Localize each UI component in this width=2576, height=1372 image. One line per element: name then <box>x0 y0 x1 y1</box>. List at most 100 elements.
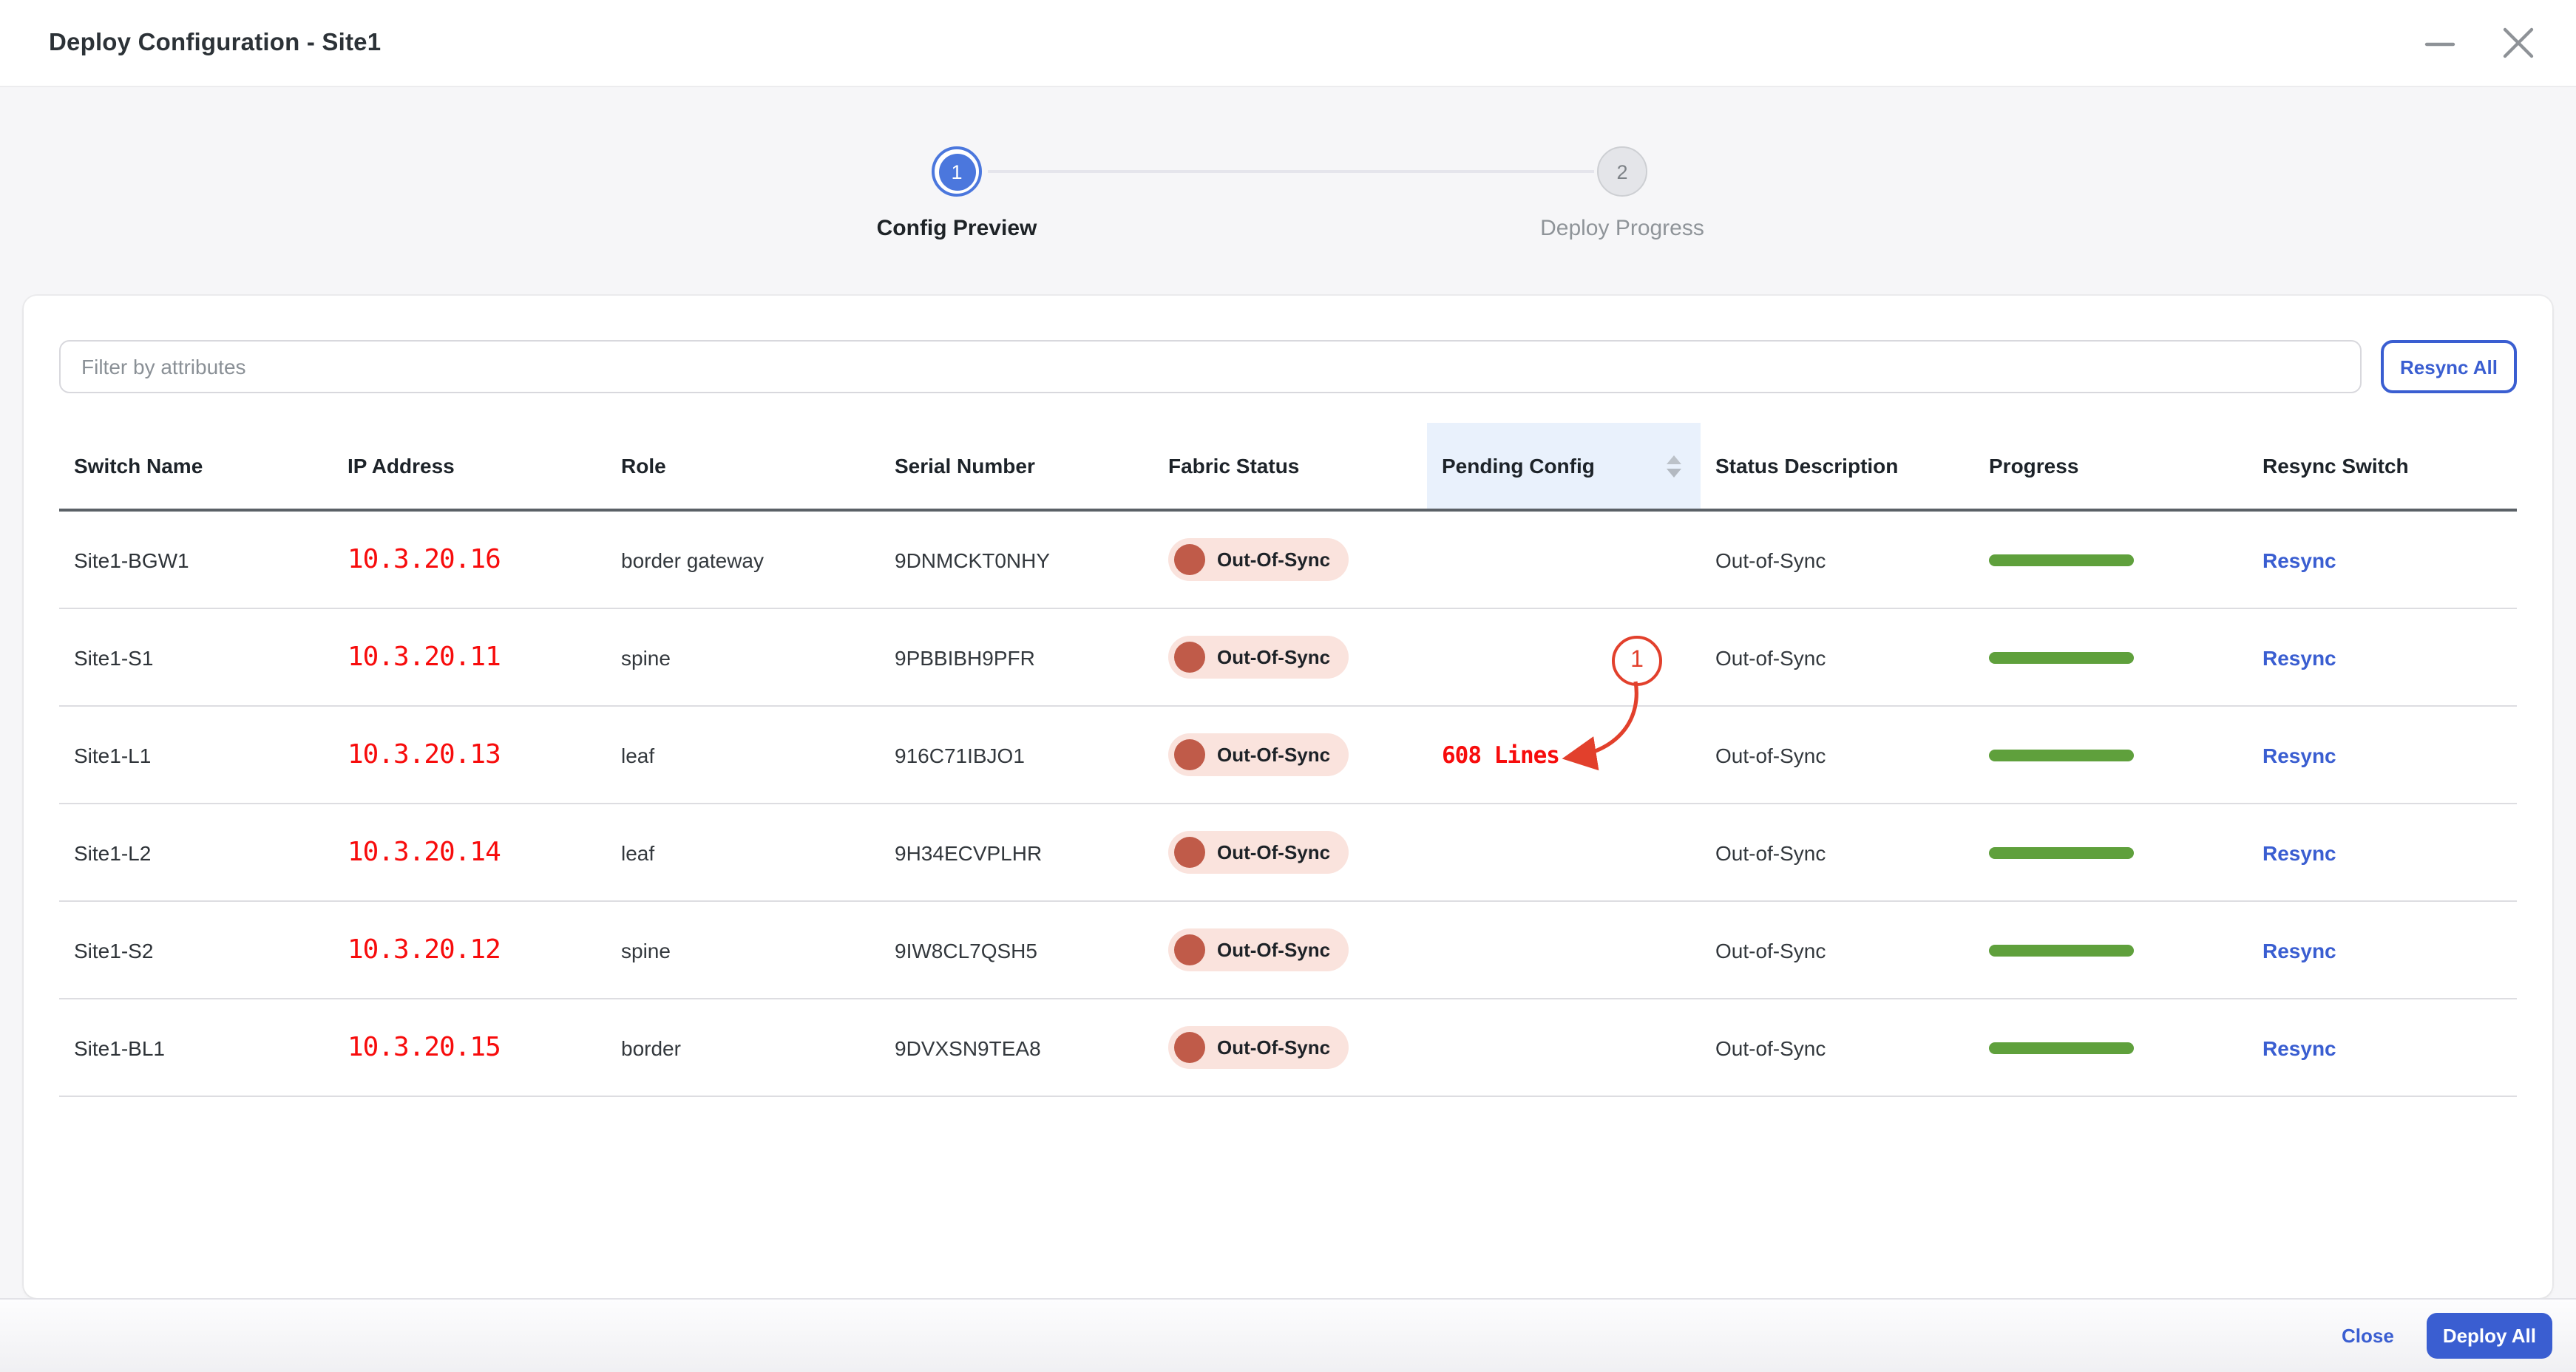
status-badge-label: Out-Of-Sync <box>1217 646 1331 668</box>
status-description-cell: Out-of-Sync <box>1715 645 1826 669</box>
deploy-all-button[interactable]: Deploy All <box>2426 1313 2552 1359</box>
col-header-resync-switch[interactable]: Resync Switch <box>2248 423 2517 509</box>
status-description-cell: Out-of-Sync <box>1715 743 1826 767</box>
minimize-icon[interactable] <box>2421 24 2459 62</box>
status-dot-icon <box>1174 544 1205 575</box>
resync-link[interactable]: Resync <box>2263 548 2336 571</box>
table-row: Site1-S1 10.3.20.11 spine 9PBBIBH9PFR Ou… <box>59 609 2517 707</box>
dialog-footer: Close Deploy All <box>0 1298 2576 1372</box>
role-cell: leaf <box>621 743 655 767</box>
col-header-role[interactable]: Role <box>606 423 880 509</box>
table-header-row: Switch Name IP Address Role Serial Numbe… <box>59 423 2517 512</box>
switches-table: Switch Name IP Address Role Serial Numbe… <box>59 423 2517 1097</box>
switch-name-cell: Site1-S1 <box>74 645 154 669</box>
table-toolbar: Resync All <box>59 340 2517 393</box>
progress-bar <box>1989 1042 2134 1053</box>
fabric-status-cell: Out-Of-Sync <box>1153 1026 1427 1069</box>
role-cell: border <box>621 1036 681 1059</box>
status-dot-icon <box>1174 837 1205 868</box>
resync-cell: Resync <box>2248 840 2517 864</box>
wizard-stepper: 1 2 Config Preview Deploy Progress <box>0 87 2576 296</box>
pending-config-header-label: Pending Config <box>1442 454 1595 478</box>
resync-all-button[interactable]: Resync All <box>2381 340 2517 393</box>
resync-cell: Resync <box>2248 938 2517 962</box>
switch-name-cell: Site1-S2 <box>74 938 154 962</box>
resync-link[interactable]: Resync <box>2263 645 2336 669</box>
role-cell: leaf <box>621 840 655 864</box>
config-preview-card: Resync All Switch Name IP Address Role S… <box>24 296 2552 1298</box>
progress-bar <box>1989 749 2134 761</box>
resync-link[interactable]: Resync <box>2263 743 2336 767</box>
ip-address-cell: 10.3.20.11 <box>348 642 501 673</box>
status-badge-label: Out-Of-Sync <box>1217 841 1331 863</box>
window-controls <box>2421 24 2538 62</box>
progress-bar <box>1989 554 2134 566</box>
ip-address-cell: 10.3.20.16 <box>348 544 501 575</box>
table-row: Site1-L1 10.3.20.13 leaf 916C71IBJO1 Out… <box>59 707 2517 804</box>
status-badge-label: Out-Of-Sync <box>1217 1036 1331 1059</box>
close-icon[interactable] <box>2499 24 2538 62</box>
status-badge-label: Out-Of-Sync <box>1217 939 1331 961</box>
fabric-status-cell: Out-Of-Sync <box>1153 538 1427 581</box>
status-dot-icon <box>1174 739 1205 770</box>
switch-name-cell: Site1-BL1 <box>74 1036 165 1059</box>
switch-name-cell: Site1-L1 <box>74 743 152 767</box>
col-header-progress[interactable]: Progress <box>1974 423 2248 509</box>
status-badge: Out-Of-Sync <box>1168 538 1349 581</box>
status-dot-icon <box>1174 642 1205 673</box>
serial-number-cell: 9IW8CL7QSH5 <box>895 938 1037 962</box>
status-badge: Out-Of-Sync <box>1168 733 1349 776</box>
status-badge-label: Out-Of-Sync <box>1217 549 1331 571</box>
step-1-number: 1 <box>938 153 975 190</box>
col-header-switch-name[interactable]: Switch Name <box>59 423 333 509</box>
status-dot-icon <box>1174 934 1205 965</box>
status-badge: Out-Of-Sync <box>1168 928 1349 971</box>
close-button[interactable]: Close <box>2342 1325 2394 1347</box>
progress-bar <box>1989 944 2134 956</box>
sort-icon[interactable] <box>1667 455 1681 477</box>
fabric-status-cell: Out-Of-Sync <box>1153 733 1427 776</box>
col-header-pending-config[interactable]: Pending Config <box>1427 423 1701 509</box>
status-badge-label: Out-Of-Sync <box>1217 744 1331 766</box>
dialog-title: Deploy Configuration - Site1 <box>49 29 382 55</box>
resync-link[interactable]: Resync <box>2263 938 2336 962</box>
serial-number-cell: 9PBBIBH9PFR <box>895 645 1035 669</box>
serial-number-cell: 9H34ECVPLHR <box>895 840 1043 864</box>
dialog-titlebar: Deploy Configuration - Site1 <box>0 0 2576 87</box>
table-row: Site1-BL1 10.3.20.15 border 9DVXSN9TEA8 … <box>59 999 2517 1097</box>
step-1-indicator[interactable]: 1 <box>932 146 982 197</box>
status-badge: Out-Of-Sync <box>1168 636 1349 679</box>
table-row: Site1-BGW1 10.3.20.16 border gateway 9DN… <box>59 512 2517 609</box>
col-header-status-description[interactable]: Status Description <box>1701 423 1974 509</box>
ip-address-cell: 10.3.20.15 <box>348 1032 501 1063</box>
col-header-serial-number[interactable]: Serial Number <box>880 423 1153 509</box>
annotation-arrow-icon <box>1562 681 1638 771</box>
role-cell: border gateway <box>621 548 765 571</box>
fabric-status-cell: Out-Of-Sync <box>1153 636 1427 679</box>
step-1-label: Config Preview <box>876 216 1037 241</box>
resync-cell: Resync <box>2248 548 2517 571</box>
progress-cell <box>1974 651 2248 663</box>
resync-link[interactable]: Resync <box>2263 1036 2336 1059</box>
progress-cell <box>1974 554 2248 566</box>
role-cell: spine <box>621 938 671 962</box>
status-badge: Out-Of-Sync <box>1168 1026 1349 1069</box>
serial-number-cell: 9DVXSN9TEA8 <box>895 1036 1041 1059</box>
stepper-connector-line <box>988 170 1594 173</box>
resync-link[interactable]: Resync <box>2263 840 2336 864</box>
progress-bar <box>1989 846 2134 858</box>
step-2-indicator[interactable]: 2 <box>1597 146 1647 197</box>
serial-number-cell: 9DNMCKT0NHY <box>895 548 1051 571</box>
col-header-fabric-status[interactable]: Fabric Status <box>1153 423 1427 509</box>
filter-input[interactable] <box>59 340 2362 393</box>
progress-cell <box>1974 749 2248 761</box>
status-badge: Out-Of-Sync <box>1168 831 1349 874</box>
status-dot-icon <box>1174 1032 1205 1063</box>
role-cell: spine <box>621 645 671 669</box>
deploy-configuration-dialog: Deploy Configuration - Site1 1 2 Config … <box>0 0 2576 1372</box>
fabric-status-cell: Out-Of-Sync <box>1153 831 1427 874</box>
resync-cell: Resync <box>2248 645 2517 669</box>
table-row: Site1-L2 10.3.20.14 leaf 9H34ECVPLHR Out… <box>59 804 2517 902</box>
col-header-ip-address[interactable]: IP Address <box>333 423 606 509</box>
serial-number-cell: 916C71IBJO1 <box>895 743 1025 767</box>
